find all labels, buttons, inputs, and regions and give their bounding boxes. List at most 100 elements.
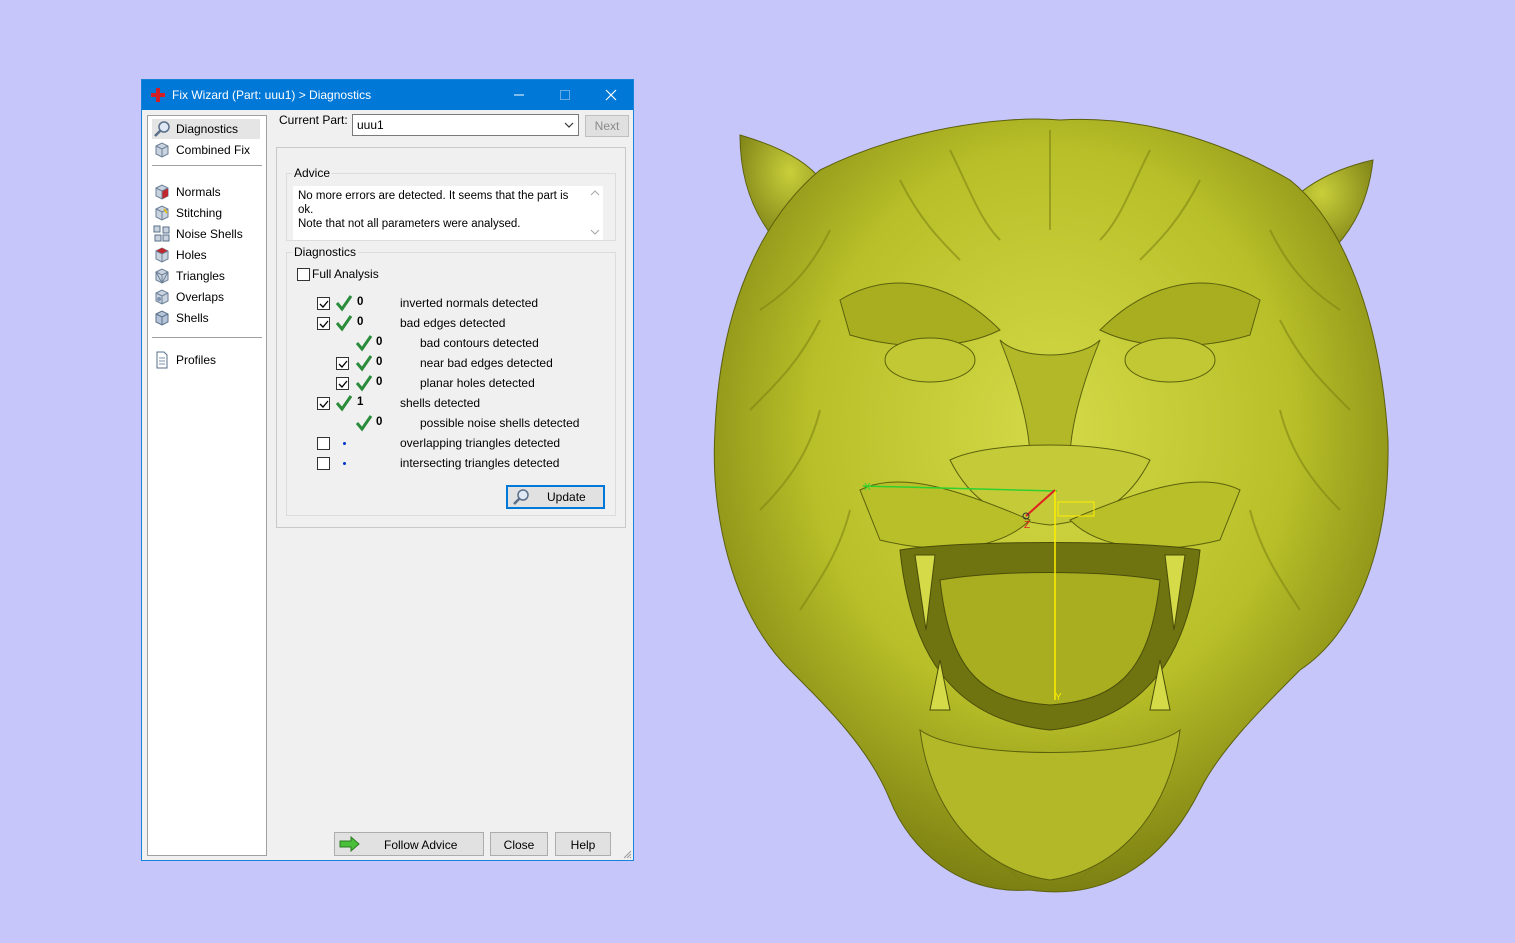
sidebar-item-holes[interactable]: Holes xyxy=(152,245,260,265)
sidebar-item-label: Noise Shells xyxy=(176,227,243,241)
advice-scrollbar[interactable] xyxy=(587,186,603,240)
minimize-button[interactable] xyxy=(496,80,542,110)
diagnostics-title: Diagnostics xyxy=(292,245,359,259)
sidebar-item-label: Holes xyxy=(176,248,207,262)
holes-cube-icon xyxy=(155,247,169,263)
sidebar-item-diagnostics[interactable]: Diagnostics xyxy=(152,119,260,139)
sidebar-item-label: Normals xyxy=(176,185,221,199)
sidebar-item-shells[interactable]: Shells xyxy=(152,308,260,328)
update-button[interactable]: Update xyxy=(506,485,605,509)
bad-edges-checkbox[interactable] xyxy=(317,317,330,330)
advice-group: Advice No more errors are detected. It s… xyxy=(286,166,616,241)
diagnostics-group: Diagnostics Full Analysis 0 inverted nor… xyxy=(286,245,616,516)
help-button[interactable]: Help xyxy=(555,832,611,856)
planar-holes-count: 0 xyxy=(376,376,383,388)
success-check-icon xyxy=(355,415,373,432)
overlaps-cube-icon xyxy=(155,289,169,305)
advice-line-1: No more errors are detected. It seems th… xyxy=(298,190,569,216)
magnifier-icon xyxy=(154,121,170,137)
intersecting-triangles-checkbox[interactable] xyxy=(317,457,330,470)
current-part-value: uuu1 xyxy=(357,118,384,132)
advice-text: No more errors are detected. It seems th… xyxy=(298,189,583,231)
sidebar-item-label: Overlaps xyxy=(176,290,225,304)
axis-x-label: X xyxy=(864,482,871,493)
intersecting-triangles-label: intersecting triangles detected xyxy=(400,456,560,470)
wizard-sidebar: Diagnostics Combined Fix Normals Stitchi… xyxy=(147,115,267,856)
advice-line-2: Note that not all parameters were analys… xyxy=(298,218,521,230)
current-part-label: Current Part: xyxy=(279,113,348,127)
checkmark-icon xyxy=(338,360,348,368)
axis-z-label: Z xyxy=(1024,520,1030,531)
close-button[interactable]: Close xyxy=(490,832,548,856)
title-bar[interactable]: Fix Wizard (Part: uuu1) > Diagnostics xyxy=(142,80,633,110)
cube-icon xyxy=(155,142,169,158)
inverted-normals-checkbox[interactable] xyxy=(317,297,330,310)
tiger-head-model[interactable]: X Y Z xyxy=(700,110,1400,900)
arrow-right-icon xyxy=(339,836,360,852)
close-icon xyxy=(605,89,617,101)
help-label: Help xyxy=(570,838,596,852)
checkmark-icon xyxy=(319,400,329,408)
close-window-button[interactable] xyxy=(588,80,634,110)
document-icon xyxy=(156,351,168,369)
update-label: Update xyxy=(547,490,586,504)
success-check-icon xyxy=(335,315,353,332)
scroll-arrows-icon xyxy=(590,190,600,235)
full-analysis-checkbox[interactable] xyxy=(297,268,310,281)
sidebar-item-stitching[interactable]: Stitching xyxy=(152,203,260,223)
sidebar-item-normals[interactable]: Normals xyxy=(152,182,260,202)
success-check-icon xyxy=(355,355,373,372)
inverted-normals-count: 0 xyxy=(357,296,364,308)
not-analysed-dot-icon xyxy=(343,462,346,465)
sidebar-item-profiles[interactable]: Profiles xyxy=(152,350,260,370)
checkmark-icon xyxy=(338,380,348,388)
sidebar-item-triangles[interactable]: Triangles xyxy=(152,266,260,286)
checkmark-icon xyxy=(319,300,329,308)
near-bad-edges-label: near bad edges detected xyxy=(420,356,553,370)
full-analysis-label: Full Analysis xyxy=(312,267,379,281)
sidebar-divider xyxy=(152,165,262,166)
success-check-icon xyxy=(355,335,373,352)
sidebar-item-label: Diagnostics xyxy=(176,122,239,136)
chevron-down-icon xyxy=(564,122,574,128)
close-label: Close xyxy=(503,838,535,852)
success-check-icon xyxy=(355,375,373,392)
sidebar-item-noise-shells[interactable]: Noise Shells xyxy=(152,224,260,244)
advice-title: Advice xyxy=(292,166,333,180)
sidebar-item-overlaps[interactable]: Overlaps xyxy=(152,287,260,307)
maximize-button[interactable] xyxy=(542,80,588,110)
current-part-select[interactable]: uuu1 xyxy=(352,114,579,136)
noise-shells-count: 0 xyxy=(376,416,383,428)
red-cross-icon xyxy=(151,88,165,102)
not-analysed-dot-icon xyxy=(343,442,346,445)
inverted-normals-label: inverted normals detected xyxy=(400,296,539,310)
near-bad-edges-checkbox[interactable] xyxy=(336,357,349,370)
overlapping-triangles-checkbox[interactable] xyxy=(317,437,330,450)
triangles-cube-icon xyxy=(155,268,169,284)
shells-count: 1 xyxy=(357,396,364,408)
success-check-icon xyxy=(335,295,353,312)
next-button[interactable]: Next xyxy=(585,115,629,137)
planar-holes-checkbox[interactable] xyxy=(336,377,349,390)
resize-grip-icon[interactable] xyxy=(622,849,632,859)
sidebar-item-combined-fix[interactable]: Combined Fix xyxy=(152,140,260,160)
magnifier-icon xyxy=(513,489,529,505)
bad-contours-count: 0 xyxy=(376,336,383,348)
follow-advice-button[interactable]: Follow Advice xyxy=(334,832,484,856)
bad-edges-count: 0 xyxy=(357,316,364,328)
window-title: Fix Wizard (Part: uuu1) > Diagnostics xyxy=(172,88,372,102)
bad-edges-label: bad edges detected xyxy=(400,316,506,330)
normals-cube-icon xyxy=(155,184,169,200)
sidebar-item-label: Profiles xyxy=(176,353,217,367)
noise-shells-icon xyxy=(153,225,170,242)
near-bad-edges-count: 0 xyxy=(376,356,383,368)
sidebar-item-label: Stitching xyxy=(176,206,223,220)
axis-y-label: Y xyxy=(1055,692,1062,703)
shells-cube-icon xyxy=(155,310,169,326)
shells-checkbox[interactable] xyxy=(317,397,330,410)
checkmark-icon xyxy=(319,320,329,328)
success-check-icon xyxy=(335,395,353,412)
advice-textbox[interactable]: No more errors are detected. It seems th… xyxy=(293,186,603,240)
minimize-icon xyxy=(514,94,524,96)
stitching-cube-icon xyxy=(155,205,169,221)
